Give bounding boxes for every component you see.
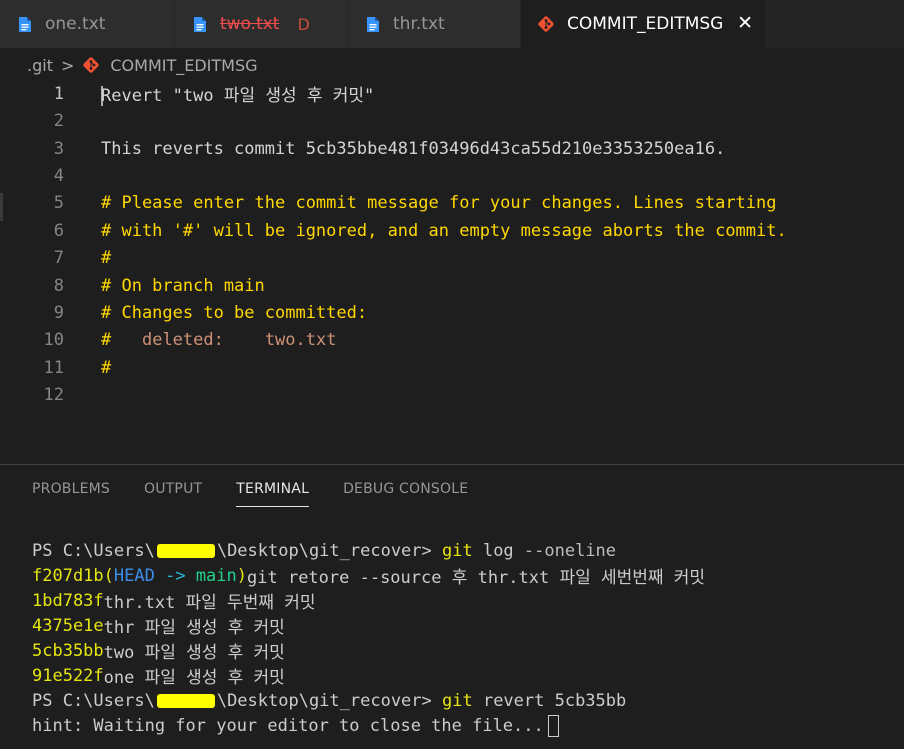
tab-one-txt[interactable]: one.txt bbox=[0, 0, 175, 48]
line-text: Revert "two 파일 생성 후 커밋" bbox=[101, 86, 375, 106]
line-number: 12 bbox=[43, 384, 64, 405]
line-number: 1 bbox=[53, 83, 64, 104]
line-text: This reverts commit 5cb35bbe481f03496d43… bbox=[101, 138, 726, 159]
file-icon bbox=[194, 16, 206, 32]
terminal-line: 5cb35bb two 파일 생성 후 커밋 bbox=[32, 640, 285, 664]
editor-line[interactable]: 10 # deleted: two.txt bbox=[0, 326, 904, 353]
bottom-panel: PROBLEMS OUTPUT TERMINAL DEBUG CONSOLE P… bbox=[0, 464, 904, 749]
tab-debug-console[interactable]: DEBUG CONSOLE bbox=[343, 481, 468, 509]
editor-line[interactable]: 12 bbox=[0, 381, 904, 408]
redacted-username bbox=[156, 543, 215, 558]
line-text: # Please enter the commit message for yo… bbox=[101, 192, 777, 213]
terminal[interactable]: PS C:\Users\ \Desktop\git_recover> git lo… bbox=[32, 538, 705, 738]
breadcrumb-folder[interactable]: .git bbox=[27, 56, 53, 75]
tab-terminal[interactable]: TERMINAL bbox=[236, 481, 309, 509]
editor-line[interactable]: 9 # Changes to be committed: bbox=[0, 299, 904, 326]
git-icon bbox=[538, 16, 554, 32]
breadcrumb-separator: > bbox=[60, 55, 75, 75]
line-number: 8 bbox=[53, 275, 64, 296]
line-number: 9 bbox=[53, 302, 64, 323]
breadcrumb: .git > COMMIT_EDITMSG bbox=[0, 48, 904, 82]
editor-line[interactable]: 5 # Please enter the commit message for … bbox=[0, 189, 904, 216]
terminal-line: 1bd783f thr.txt 파일 두번째 커밋 bbox=[32, 590, 316, 614]
line-number: 4 bbox=[53, 165, 64, 186]
tab-two-txt[interactable]: two.txt D bbox=[175, 0, 348, 48]
terminal-line: PS C:\Users\ \Desktop\git_recover> git lo… bbox=[32, 540, 617, 561]
line-number: 6 bbox=[53, 220, 64, 241]
line-number: 10 bbox=[43, 329, 64, 350]
breadcrumb-file[interactable]: COMMIT_EDITMSG bbox=[110, 56, 257, 75]
line-text: # bbox=[101, 247, 112, 268]
editor-line[interactable]: 2 bbox=[0, 107, 904, 134]
git-icon bbox=[83, 57, 100, 73]
line-text: # with '#' will be ignored, and an empty… bbox=[101, 220, 787, 241]
editor-line[interactable]: 8 # On branch main bbox=[0, 272, 904, 299]
editor-line[interactable]: 4 bbox=[0, 162, 904, 189]
tab-label: one.txt bbox=[45, 14, 106, 34]
terminal-line: 4375e1e thr 파일 생성 후 커밋 bbox=[32, 615, 285, 639]
code-editor[interactable]: 1 Revert "two 파일 생성 후 커밋" 2 3 This rever… bbox=[0, 80, 904, 465]
tab-commit-editmsg[interactable]: COMMIT_EDITMSG ✕ bbox=[521, 0, 766, 48]
file-icon bbox=[19, 16, 31, 32]
editor-line[interactable]: 1 Revert "two 파일 생성 후 커밋" bbox=[0, 80, 904, 107]
line-number: 3 bbox=[53, 138, 64, 159]
editor-line[interactable]: 11 # bbox=[0, 354, 904, 381]
line-text: # deleted: two.txt bbox=[101, 329, 337, 350]
editor-line[interactable]: 3 This reverts commit 5cb35bbe481f03496d… bbox=[0, 135, 904, 162]
tab-label: two.txt bbox=[220, 14, 280, 34]
line-number: 7 bbox=[53, 247, 64, 268]
terminal-line: 91e522f one 파일 생성 후 커밋 bbox=[32, 665, 285, 689]
close-icon[interactable]: ✕ bbox=[737, 12, 753, 34]
panel-tabs: PROBLEMS OUTPUT TERMINAL DEBUG CONSOLE bbox=[32, 481, 502, 509]
line-text: # Changes to be committed: bbox=[101, 302, 368, 323]
line-text: # bbox=[101, 357, 112, 378]
terminal-cursor bbox=[547, 714, 559, 737]
terminal-line: hint: Waiting for your editor to close t… bbox=[32, 713, 705, 738]
tab-bar: one.txt two.txt D thr.txt COMMIT_EDITMSG… bbox=[0, 0, 904, 48]
deleted-flag: D bbox=[297, 14, 310, 34]
tab-thr-txt[interactable]: thr.txt bbox=[348, 0, 521, 48]
line-number: 5 bbox=[53, 192, 64, 213]
terminal-line: PS C:\Users\ \Desktop\git_recover> git re… bbox=[32, 690, 627, 711]
editor-line[interactable]: 6 # with '#' will be ignored, and an emp… bbox=[0, 217, 904, 244]
file-icon bbox=[367, 16, 379, 32]
line-number: 2 bbox=[53, 110, 64, 131]
tab-output[interactable]: OUTPUT bbox=[144, 481, 202, 509]
redacted-username bbox=[156, 693, 215, 708]
line-number: 11 bbox=[43, 357, 64, 378]
editor-line[interactable]: 7 # bbox=[0, 244, 904, 271]
line-text: # On branch main bbox=[101, 275, 265, 296]
tab-problems[interactable]: PROBLEMS bbox=[32, 481, 110, 509]
tab-label: COMMIT_EDITMSG bbox=[567, 14, 724, 34]
terminal-line: f207d1b (HEAD -> main) git retore --sour… bbox=[32, 565, 706, 589]
tab-label: thr.txt bbox=[393, 14, 445, 34]
